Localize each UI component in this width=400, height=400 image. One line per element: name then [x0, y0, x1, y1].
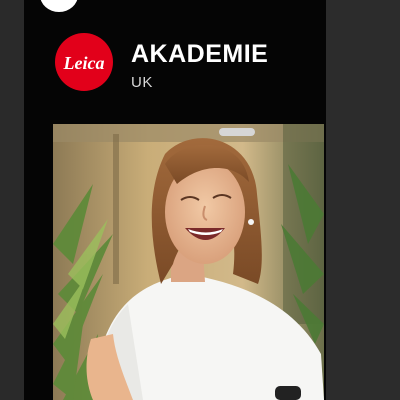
logo-text: Leica [63, 53, 105, 73]
page-subtitle: UK [131, 74, 153, 91]
right-backdrop [326, 0, 400, 400]
page-title: AKADEMIE [131, 40, 269, 68]
featured-photo [53, 124, 324, 400]
left-backdrop [0, 0, 24, 400]
leica-logo-icon: Leica [55, 33, 113, 91]
profile-header[interactable]: Leica AKADEMIE UK [52, 30, 312, 100]
